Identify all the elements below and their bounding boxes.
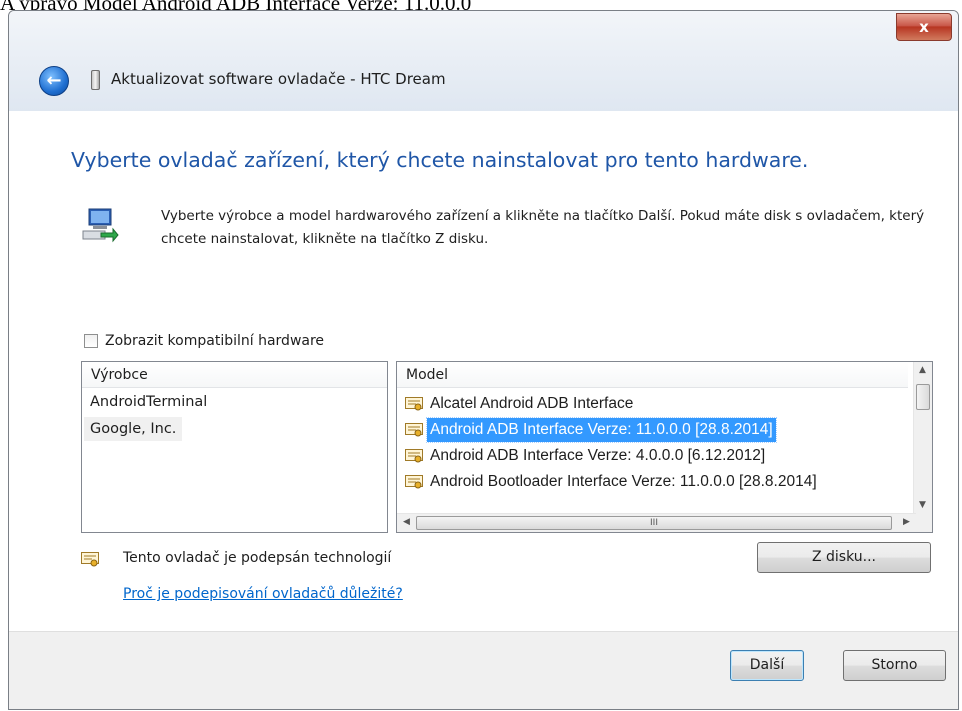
- close-button[interactable]: x: [896, 13, 952, 41]
- model-item-label: Alcatel Android ADB Interface: [430, 395, 634, 412]
- certificate-icon: [405, 423, 423, 437]
- next-button[interactable]: Další: [730, 650, 804, 681]
- manufacturer-list[interactable]: Výrobce AndroidTerminal Google, Inc.: [81, 361, 388, 533]
- cancel-button[interactable]: Storno: [843, 650, 946, 681]
- manufacturer-item-selected[interactable]: Google, Inc.: [84, 417, 183, 441]
- scroll-right-button[interactable]: ▶: [898, 514, 915, 531]
- certificate-icon: [405, 397, 423, 411]
- model-vertical-scrollbar[interactable]: ▲ ▼: [913, 362, 932, 514]
- certificate-icon: [81, 552, 99, 567]
- model-item-label: Android ADB Interface Verze: 11.0.0.0 [2…: [426, 417, 777, 443]
- vertical-scroll-thumb[interactable]: [916, 384, 930, 410]
- title-bar: x ← Aktualizovat software ovladače - HTC…: [9, 11, 958, 111]
- manufacturer-column-header[interactable]: Výrobce: [82, 362, 387, 388]
- instructions-text: Vyberte výrobce a model hardwarového zař…: [161, 208, 925, 247]
- scroll-up-button[interactable]: ▲: [914, 362, 931, 379]
- model-horizontal-scrollbar[interactable]: ◀ III ▶: [397, 513, 916, 532]
- model-list[interactable]: Model Alcatel Android ADB Interface Andr…: [396, 361, 933, 533]
- scroll-corner: [914, 514, 932, 532]
- back-arrow-icon[interactable]: ←: [39, 66, 69, 96]
- model-column-header[interactable]: Model: [397, 362, 908, 388]
- certificate-icon: [405, 449, 423, 463]
- show-compatible-checkbox[interactable]: [84, 334, 98, 348]
- horizontal-scroll-thumb[interactable]: III: [416, 516, 892, 530]
- have-disk-button[interactable]: Z disku...: [757, 542, 931, 573]
- scroll-down-button[interactable]: ▼: [914, 497, 931, 514]
- signing-info-link[interactable]: Proč je podepisování ovladačů důležité?: [123, 586, 403, 602]
- usb-device-icon: [91, 70, 100, 90]
- page-heading: Vyberte ovladač zařízení, který chcete n…: [71, 148, 809, 172]
- driver-update-dialog: x ← Aktualizovat software ovladače - HTC…: [8, 10, 959, 710]
- certificate-icon: [405, 475, 423, 489]
- hardware-install-icon: [82, 208, 119, 243]
- window-title: Aktualizovat software ovladače - HTC Dre…: [111, 70, 446, 88]
- dialog-footer: Další Storno: [9, 631, 958, 709]
- scroll-left-button[interactable]: ◀: [398, 514, 415, 531]
- manufacturer-item[interactable]: AndroidTerminal: [84, 390, 213, 414]
- signature-text: Tento ovladač je podepsán technologií: [123, 550, 392, 566]
- model-item-label: Android Bootloader Interface Verze: 11.0…: [430, 473, 817, 490]
- show-compatible-label[interactable]: Zobrazit kompatibilní hardware: [105, 333, 324, 349]
- dialog-content: Vyberte ovladač zařízení, který chcete n…: [9, 111, 958, 631]
- model-item-label: Android ADB Interface Verze: 4.0.0.0 [6.…: [430, 447, 766, 464]
